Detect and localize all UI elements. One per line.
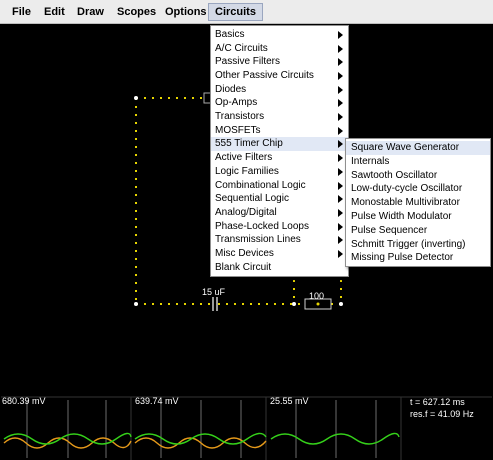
submenu-arrow-icon: [338, 113, 343, 121]
submenu-arrow-icon: [338, 58, 343, 67]
submenu-item-sawtooth[interactable]: Sawtooth Oscillator: [346, 169, 490, 183]
submenu-arrow-icon: [338, 181, 343, 190]
menu-circuits[interactable]: Circuits: [208, 3, 263, 21]
menu-file[interactable]: File: [6, 3, 37, 21]
menu-item-op-amps[interactable]: Op-Amps: [211, 96, 348, 110]
scope-time: t = 627.12 ms: [410, 397, 465, 407]
submenu-arrow-icon: [338, 154, 343, 163]
menu-item-label: 555 Timer Chip: [215, 138, 283, 150]
menu-item-transistors[interactable]: Transistors: [211, 110, 348, 124]
menu-item-active-filters[interactable]: Active Filters: [211, 151, 348, 165]
submenu-arrow-icon: [338, 44, 343, 53]
submenu-arrow-icon: [338, 208, 343, 217]
menu-item-label: Transistors: [215, 111, 265, 122]
submenu-item-internals[interactable]: Internals: [346, 155, 490, 169]
submenu-item-missing-pulse[interactable]: Missing Pulse Detector: [346, 251, 490, 265]
menu-item-label: Combinational Logic: [215, 179, 306, 191]
menu-bar: File Edit Draw Scopes Options Circuits: [0, 0, 493, 24]
capacitor-symbol[interactable]: [212, 297, 218, 311]
submenu-item-label: Missing Pulse Detector: [351, 252, 454, 264]
menu-item-555-timer[interactable]: 555 Timer Chip: [211, 137, 348, 151]
menu-options[interactable]: Options: [159, 3, 213, 21]
menu-item-label: MOSFETs: [215, 124, 261, 136]
submenu-arrow-icon: [338, 126, 343, 135]
menu-item-other-passive[interactable]: Other Passive Circuits: [211, 69, 348, 83]
menu-item-label: Phase-Locked Loops: [215, 220, 309, 232]
menu-item-label: Diodes: [215, 83, 247, 95]
menu-item-diodes[interactable]: Diodes: [211, 83, 348, 97]
menu-item-label: A/C Circuits: [215, 42, 268, 54]
menu-item-label: Passive Filters: [215, 56, 281, 68]
submenu-item-label: Pulse Sequencer: [351, 224, 428, 236]
menu-item-ac-circuits[interactable]: A/C Circuits: [211, 42, 348, 56]
submenu-arrow-icon: [338, 140, 343, 149]
menu-item-phase-locked-loops[interactable]: Phase-Locked Loops: [211, 220, 348, 234]
menu-item-label: Analog/Digital: [215, 206, 277, 218]
scope1-voltage: 680.39 mV: [2, 396, 46, 406]
menu-item-label: Basics: [215, 28, 245, 40]
submenu-item-label: Low-duty-cycle Oscillator: [351, 183, 463, 195]
submenu-item-square-wave[interactable]: Square Wave Generator: [346, 141, 490, 155]
circuits-menu: Basics A/C Circuits Passive Filters Othe…: [210, 25, 349, 277]
menu-item-analog-digital[interactable]: Analog/Digital: [211, 206, 348, 220]
scope2-voltage: 639.74 mV: [135, 396, 179, 406]
scope3-green-trace: [270, 432, 400, 445]
scope-res-freq: res.f = 41.09 Hz: [410, 409, 474, 419]
menu-item-label: Active Filters: [215, 152, 273, 164]
menu-scopes[interactable]: Scopes: [111, 3, 162, 21]
submenu-item-label: Pulse Width Modulator: [351, 211, 452, 222]
submenu-arrow-icon: [338, 236, 343, 245]
submenu-arrow-icon: [338, 71, 343, 80]
submenu-item-label: Monostable Multivibrator: [351, 197, 460, 209]
scope1-orange-trace: [3, 437, 132, 449]
menu-item-label: Logic Families: [215, 165, 279, 177]
submenu-item-label: Schmitt Trigger (inverting): [351, 238, 466, 250]
submenu-item-label: Sawtooth Oscillator: [351, 169, 438, 181]
submenu-item-label: Square Wave Generator: [351, 142, 460, 153]
menu-item-passive-filters[interactable]: Passive Filters: [211, 55, 348, 69]
menu-item-label: Blank Circuit: [215, 261, 272, 273]
submenu-arrow-icon: [338, 85, 343, 94]
capacitor-label: 15 uF: [202, 287, 226, 297]
submenu-item-pulse-sequencer[interactable]: Pulse Sequencer: [346, 224, 490, 238]
menu-item-sequential-logic[interactable]: Sequential Logic: [211, 192, 348, 206]
menu-item-label: Misc Devices: [215, 248, 274, 259]
submenu-item-label: Internals: [351, 155, 390, 167]
menu-item-combinational-logic[interactable]: Combinational Logic: [211, 179, 348, 193]
resistor-label: 100: [309, 291, 325, 301]
submenu-item-monostable[interactable]: Monostable Multivibrator: [346, 196, 490, 210]
menu-item-label: Transmission Lines: [215, 234, 301, 246]
submenu-arrow-icon: [338, 222, 343, 231]
timer-submenu: Square Wave Generator Internals Sawtooth…: [345, 138, 491, 267]
menu-item-blank-circuit[interactable]: Blank Circuit: [211, 261, 348, 275]
menu-item-label: Op-Amps: [215, 97, 258, 109]
submenu-arrow-icon: [338, 167, 343, 176]
menu-item-misc-devices[interactable]: Misc Devices: [211, 247, 348, 261]
scope1-green-trace: [3, 432, 132, 445]
submenu-arrow-icon: [338, 30, 343, 39]
submenu-item-pwm[interactable]: Pulse Width Modulator: [346, 210, 490, 224]
menu-edit[interactable]: Edit: [38, 3, 71, 21]
submenu-arrow-icon: [338, 250, 343, 258]
menu-item-basics[interactable]: Basics: [211, 28, 348, 42]
submenu-arrow-icon: [338, 99, 343, 108]
submenu-arrow-icon: [338, 195, 343, 204]
scope-grid: [26, 400, 377, 458]
menu-item-logic-families[interactable]: Logic Families: [211, 165, 348, 179]
menu-item-transmission-lines[interactable]: Transmission Lines: [211, 233, 348, 247]
scope3-voltage: 25.55 mV: [270, 396, 309, 406]
submenu-item-schmitt-trigger[interactable]: Schmitt Trigger (inverting): [346, 238, 490, 252]
menu-item-label: Other Passive Circuits: [215, 69, 314, 81]
menu-draw[interactable]: Draw: [71, 3, 110, 21]
submenu-item-low-duty[interactable]: Low-duty-cycle Oscillator: [346, 182, 490, 196]
menu-item-mosfets[interactable]: MOSFETs: [211, 124, 348, 138]
menu-item-label: Sequential Logic: [215, 193, 289, 205]
